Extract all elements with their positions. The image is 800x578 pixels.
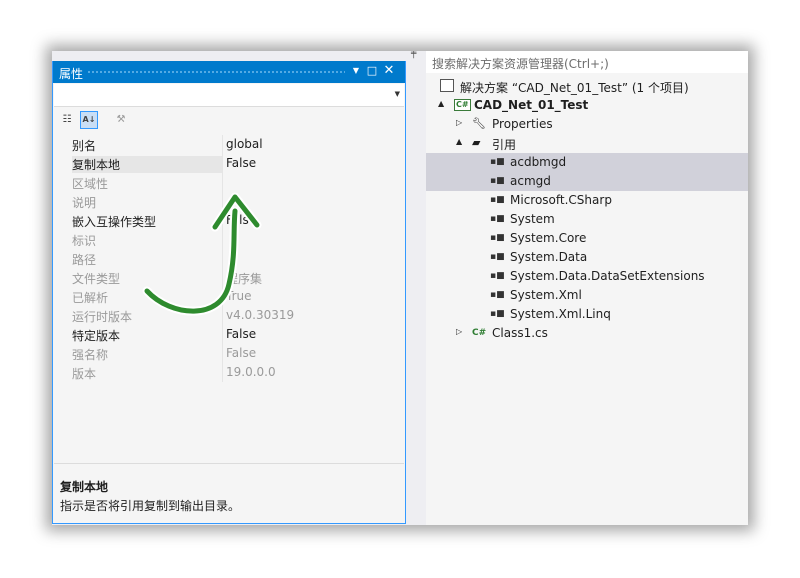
property-value[interactable]: False xyxy=(226,346,396,360)
property-name: 特定版本 xyxy=(72,329,121,343)
chevron-down-icon[interactable]: ▼ xyxy=(395,90,400,98)
close-icon[interactable]: ✕ xyxy=(382,64,396,78)
property-name: 复制本地 xyxy=(72,156,222,173)
tree-node-label: System.Xml xyxy=(510,288,582,302)
panel-splitter[interactable]: ╪ xyxy=(406,51,424,525)
column-divider xyxy=(222,363,223,382)
tree-node[interactable]: ▪■ System.Xml xyxy=(426,286,748,305)
tree-node-label: System xyxy=(510,212,555,226)
solution-tree: 解决方案 “CAD_Net_01_Test” (1 个项目) ▲ C# CAD_Net… xyxy=(426,77,748,343)
tree-node[interactable]: ▲ C# CAD_Net_01_Test xyxy=(426,96,748,115)
property-value[interactable]: global xyxy=(226,137,396,151)
property-pages-icon[interactable]: ⚒ xyxy=(112,111,130,129)
alphabetical-sort-icon[interactable]: A↓ xyxy=(80,111,98,129)
tree-node[interactable]: ▪■ System.Xml.Linq xyxy=(426,305,748,324)
tree-node-label: acmgd xyxy=(510,174,551,188)
tree-node[interactable]: ▪■ acmgd xyxy=(426,172,748,191)
property-name: 版本 xyxy=(72,367,97,381)
column-divider xyxy=(222,154,223,173)
properties-panel: 属性 ▼ □ ✕ ▼ ☷ A↓ ⚒ 别名 global 复制本地 False 区域性 说明… xyxy=(52,61,406,524)
property-name: 别名 xyxy=(72,139,97,153)
property-value[interactable]: False xyxy=(226,156,396,170)
properties-toolbar: ☷ A↓ ⚒ xyxy=(54,107,404,133)
description-title: 复制本地 xyxy=(60,480,109,494)
maximize-icon[interactable]: □ xyxy=(365,64,379,78)
property-value[interactable]: False xyxy=(226,327,396,341)
tree-node-label: System.Core xyxy=(510,231,587,245)
description-text: 指示是否将引用复制到输出目录。 xyxy=(60,499,241,513)
tree-node-label: CAD_Net_01_Test xyxy=(474,98,589,112)
solution-search-input[interactable]: 搜索解决方案资源管理器(Ctrl+;) xyxy=(426,51,748,73)
expander-icon[interactable]: ▷ xyxy=(456,327,462,336)
tree-node-label: acdbmgd xyxy=(510,155,567,169)
property-value[interactable]: 19.0.0.0 xyxy=(226,365,396,379)
tree-node[interactable]: 解决方案 “CAD_Net_01_Test” (1 个项目) xyxy=(426,77,748,96)
search-placeholder: 搜索解决方案资源管理器(Ctrl+;) xyxy=(432,57,609,71)
title-grip[interactable] xyxy=(87,70,345,75)
object-selector-combo[interactable]: ▼ xyxy=(54,84,404,107)
tree-node[interactable]: ▪■ acdbmgd xyxy=(426,153,748,172)
tree-node[interactable]: ▪■ System xyxy=(426,210,748,229)
categorized-view-icon[interactable]: ☷ xyxy=(58,111,76,129)
tree-node[interactable]: ▪■ System.Data xyxy=(426,248,748,267)
expander-icon[interactable]: ▷ xyxy=(456,118,462,127)
tree-node[interactable]: ▲ ▰ 引用 xyxy=(426,134,748,153)
property-row[interactable]: 强名称 False xyxy=(54,344,404,363)
solution-explorer: 搜索解决方案资源管理器(Ctrl+;) 解决方案 “CAD_Net_01_Tes… xyxy=(426,51,748,525)
properties-title-bar[interactable]: 属性 ▼ □ ✕ xyxy=(53,61,405,83)
property-row[interactable]: 版本 19.0.0.0 xyxy=(54,363,404,382)
tree-node-label: Class1.cs xyxy=(492,326,548,340)
annotation-arrow xyxy=(142,192,262,316)
ide-window: 属性 ▼ □ ✕ ▼ ☷ A↓ ⚒ 别名 global 复制本地 False 区域性 说明… xyxy=(52,51,748,525)
tree-node[interactable]: ▪■ System.Data.DataSetExtensions xyxy=(426,267,748,286)
property-name: 强名称 xyxy=(72,348,109,362)
properties-title: 属性 xyxy=(59,67,84,81)
pin-icon[interactable]: ╪ xyxy=(411,51,416,59)
column-divider xyxy=(222,135,223,154)
column-divider xyxy=(222,344,223,363)
tree-node-label: System.Data.DataSetExtensions xyxy=(510,269,705,283)
tree-node-label: System.Data xyxy=(510,250,588,264)
tree-node-label: 引用 xyxy=(492,138,517,152)
dropdown-menu-icon[interactable]: ▼ xyxy=(349,64,363,78)
tree-node-label: Properties xyxy=(492,117,553,131)
tree-node[interactable]: ▪■ System.Core xyxy=(426,229,748,248)
property-row[interactable]: 别名 global xyxy=(54,135,404,154)
tree-node[interactable]: ▷ 🔧︎ Properties xyxy=(426,115,748,134)
description-pane: 复制本地 指示是否将引用复制到输出目录。 xyxy=(54,463,404,522)
expander-icon[interactable]: ▲ xyxy=(456,137,462,146)
expander-icon[interactable]: ▲ xyxy=(438,99,444,108)
tree-node-label: Microsoft.CSharp xyxy=(510,193,612,207)
property-row[interactable]: 复制本地 False xyxy=(54,154,404,173)
tree-node[interactable]: ▪■ Microsoft.CSharp xyxy=(426,191,748,210)
tree-node-label: System.Xml.Linq xyxy=(510,307,611,321)
tree-node-label: 解决方案 “CAD_Net_01_Test” (1 个项目) xyxy=(460,81,689,95)
tree-node[interactable]: ▷ C# Class1.cs xyxy=(426,324,748,343)
